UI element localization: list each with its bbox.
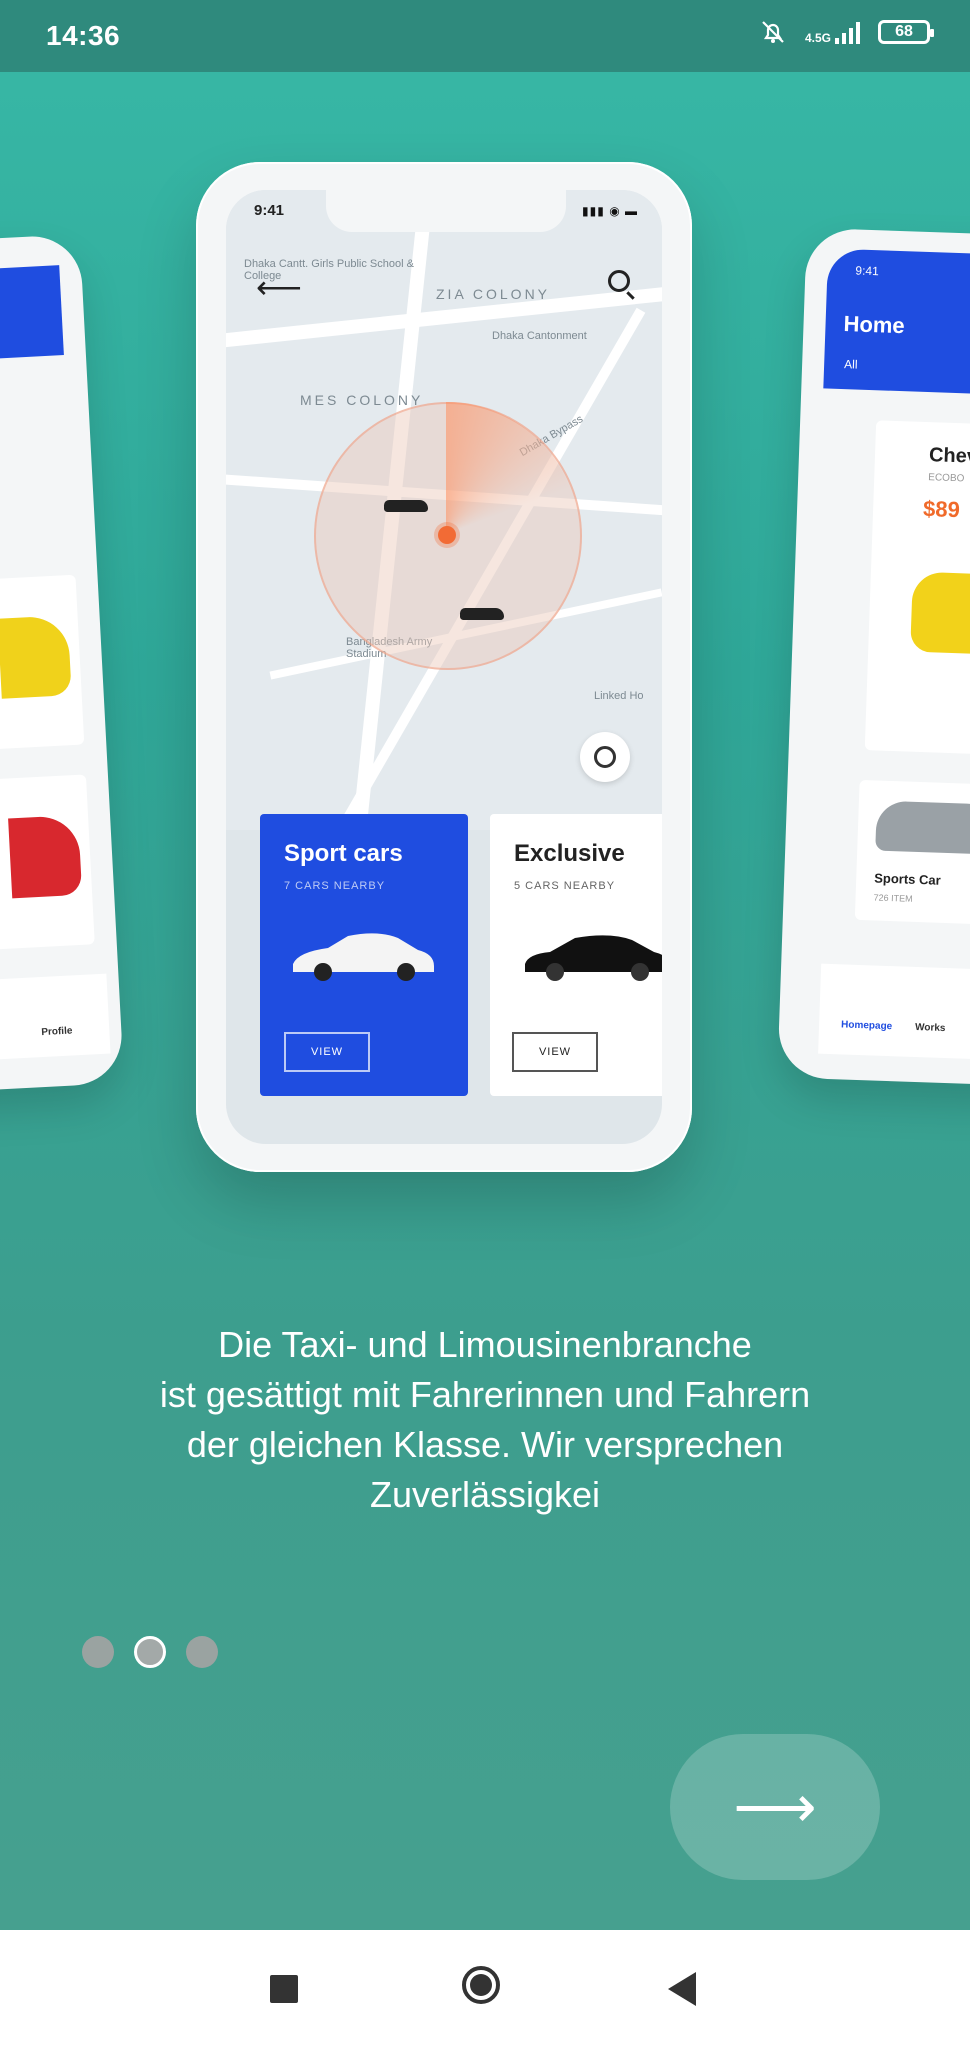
back-arrow-icon[interactable]: ⟵ xyxy=(256,268,302,306)
map-label: Dhaka Cantonment xyxy=(492,330,587,342)
onboarding-caption: Die Taxi- und Limousinenbranche ist gesä… xyxy=(0,1320,970,1520)
bell-off-icon xyxy=(762,21,784,43)
search-icon[interactable] xyxy=(608,270,630,292)
map-label: ZIA COLONY xyxy=(436,286,551,302)
onboarding-screen: 14:36 4.5G 68 Profile 9:41 Home All Chev… xyxy=(0,0,970,1930)
recents-button[interactable] xyxy=(270,1975,298,2003)
right-phone-title: Home xyxy=(843,311,906,339)
car-name: Chevy xyxy=(928,444,970,469)
right-phone-time: 9:41 xyxy=(855,263,880,279)
right-phone-nav xyxy=(818,963,970,1062)
white-car-image xyxy=(293,933,434,981)
caption-line: der gleichen Klasse. Wir versprechen xyxy=(186,1424,784,1465)
map-label: MES COLONY xyxy=(300,392,424,408)
view-button[interactable]: VIEW xyxy=(512,1032,598,1072)
left-phone-nav xyxy=(0,973,111,1060)
sports-car-image xyxy=(875,800,970,856)
status-icons: 4.5G 68 xyxy=(759,18,934,46)
sport-cars-card[interactable]: Sport cars 7 CARS NEARBY VIEW xyxy=(260,814,468,1096)
sports-car-sub: 726 ITEM xyxy=(873,892,913,904)
status-bar: 14:36 4.5G 68 xyxy=(0,0,970,72)
sports-car-label: Sports Car xyxy=(873,870,941,888)
home-button[interactable] xyxy=(462,1966,500,2004)
card-subtitle: 7 CARS NEARBY xyxy=(284,880,386,892)
page-dot[interactable] xyxy=(186,1636,218,1668)
battery-icon: 68 xyxy=(878,20,934,44)
page-dot-active[interactable] xyxy=(134,1636,166,1668)
car-price: $89 xyxy=(922,495,961,523)
card-title: Sport cars xyxy=(284,840,403,867)
arrow-right-icon: ⟶ xyxy=(733,1775,817,1840)
back-button[interactable] xyxy=(668,1972,696,2006)
right-phone-filter: All xyxy=(843,357,858,372)
status-time: 14:36 xyxy=(46,20,121,51)
homepage-nav-label: Homepage xyxy=(840,1019,893,1033)
car-marker xyxy=(384,500,428,512)
works-nav-label: Works xyxy=(914,1021,946,1035)
left-phone-mockup: Profile xyxy=(0,233,125,1097)
card-title: Exclusive xyxy=(514,840,625,867)
black-car-image xyxy=(525,935,662,981)
crosshair-icon xyxy=(594,746,616,768)
profile-nav-label: Profile xyxy=(41,1025,73,1039)
locate-button[interactable] xyxy=(580,732,630,782)
phone-signal-icon: ▮▮▮ ◉ ▬ xyxy=(582,204,638,218)
phone-screen: ZIA COLONY MES COLONY Dhaka Cantt. Girls… xyxy=(226,190,662,1144)
user-location-pin xyxy=(438,526,456,544)
main-phone-mockup: ZIA COLONY MES COLONY Dhaka Cantt. Girls… xyxy=(196,162,692,1172)
phone-time: 9:41 xyxy=(254,202,285,219)
next-button[interactable]: ⟶ xyxy=(670,1734,880,1880)
right-phone-mockup: 9:41 Home All Chevy ECOBO $89 Sports Car… xyxy=(777,227,970,1087)
yellow-car-image xyxy=(910,571,970,657)
map-label: Linked Ho xyxy=(594,690,644,702)
caption-line: Zuverlässigkei xyxy=(369,1474,601,1515)
view-button[interactable]: VIEW xyxy=(284,1032,370,1072)
network-label: 4.5G xyxy=(804,31,831,45)
phone-notch xyxy=(326,190,566,232)
page-indicator xyxy=(82,1636,218,1668)
caption-line: Die Taxi- und Limousinenbranche xyxy=(218,1324,752,1365)
battery-level: 68 xyxy=(895,23,913,40)
home-icon xyxy=(470,1974,492,1996)
car-marker xyxy=(460,608,504,620)
signal-icon: 4.5G xyxy=(805,20,860,44)
exclusive-card[interactable]: Exclusive 5 CARS NEARBY VIEW xyxy=(490,814,662,1096)
left-phone-header xyxy=(0,265,64,360)
car-subtitle: ECOBO xyxy=(928,472,965,485)
caption-line: ist gesättigt mit Fahrerinnen und Fahrer… xyxy=(159,1374,811,1415)
card-subtitle: 5 CARS NEARBY xyxy=(514,880,616,892)
page-dot[interactable] xyxy=(82,1636,114,1668)
